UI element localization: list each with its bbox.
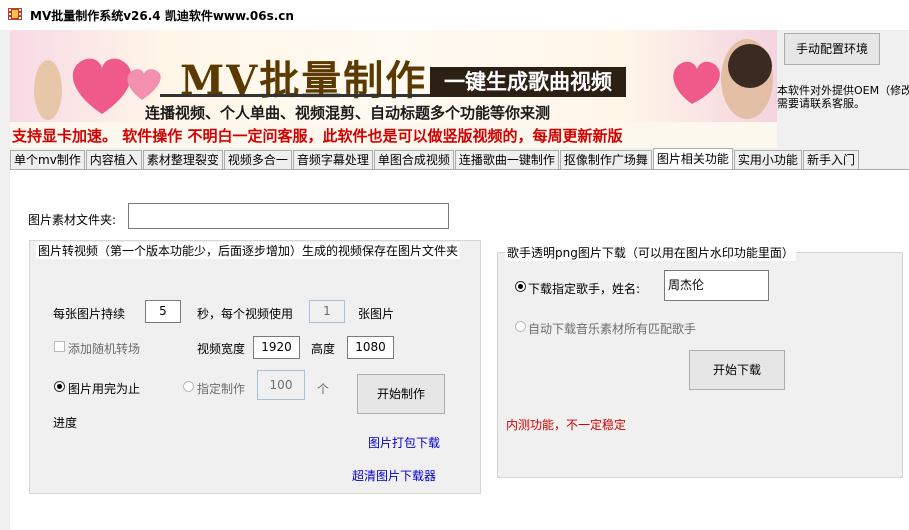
banner: MV批量制作 一键生成歌曲视频 连播视频、个人单曲、视频混剪、自动标题多个功能等…	[10, 30, 777, 148]
beta-note: 内测功能，不一定稳定	[506, 418, 627, 432]
img2video-title: 图片转视频（第一个版本功能少，后面逐步增加）生成的视频保存在图片文件夹	[36, 242, 461, 259]
singer-name-input[interactable]: 周杰伦	[664, 270, 769, 301]
random-transition-checkbox	[54, 341, 65, 352]
specified-count-radio	[183, 381, 194, 392]
banner-ribbon: 一键生成歌曲视频	[430, 67, 626, 97]
start-make-button[interactable]: 开始制作	[357, 374, 445, 414]
window-title: MV批量制作系统v26.4 凯迪软件www.06s.cn	[30, 9, 294, 23]
per-image-label: 每张图片持续	[53, 307, 126, 321]
images-unit-label: 张图片	[358, 307, 395, 321]
video-height-input[interactable]: 1080	[347, 336, 394, 359]
tab-utilities[interactable]: 实用小功能	[733, 150, 802, 169]
per-image-seconds-input[interactable]: 5	[145, 300, 181, 323]
tab-image-functions[interactable]: 图片相关功能	[652, 148, 733, 170]
singer-png-title: 歌手透明png图片下载（可以用在图片水印功能里面）	[505, 244, 796, 261]
progress-label: 进度	[53, 416, 78, 430]
oem-note: 本软件对外提供OEM（修改 需要请联系客服。	[777, 84, 909, 110]
until-used-label: 图片用完为止	[68, 382, 141, 396]
img2video-group	[29, 240, 481, 494]
hd-downloader-link[interactable]: 超清图片下载器	[352, 467, 436, 484]
download-singer-label: 下载指定歌手，姓名:	[528, 282, 641, 296]
manual-config-button[interactable]: 手动配置环境	[784, 33, 880, 65]
oem-line-1: 本软件对外提供OEM（修改	[777, 84, 909, 97]
height-label: 高度	[311, 342, 336, 356]
tab-single-image-video[interactable]: 单图合成视频	[373, 150, 454, 169]
pack-download-link[interactable]: 图片打包下载	[368, 434, 440, 451]
sec-per-video-label: 秒，每个视频使用	[197, 307, 294, 321]
image-folder-label: 图片素材文件夹:	[28, 213, 117, 227]
title-bar: MV批量制作系统v26.4 凯迪软件www.06s.cn	[0, 0, 909, 30]
banner-underline	[160, 94, 440, 97]
hearts-right-icon	[673, 39, 773, 119]
tab-strip: 单个mv制作 内容植入 素材整理裂变 视频多合一 音频字幕处理 单图合成视频 连…	[10, 148, 860, 170]
auto-download-label: 自动下载音乐素材所有匹配歌手	[528, 322, 697, 336]
tab-single-mv[interactable]: 单个mv制作	[10, 150, 85, 169]
auto-download-radio	[515, 321, 526, 332]
image-folder-input[interactable]	[128, 203, 449, 229]
video-width-input[interactable]: 1920	[253, 336, 300, 359]
banner-title: MV批量制作	[180, 57, 428, 104]
tab-playlist-oneclick[interactable]: 连播歌曲一键制作	[454, 150, 559, 169]
images-per-video-input: 1	[309, 300, 345, 323]
tab-content-embed[interactable]: 内容植入	[85, 150, 142, 169]
random-transition-label: 添加随机转场	[68, 342, 141, 356]
specified-count-input: 100	[257, 370, 305, 400]
tab-material-split[interactable]: 素材整理裂变	[142, 150, 223, 169]
until-used-radio[interactable]	[54, 381, 65, 392]
start-download-button[interactable]: 开始下载	[689, 350, 785, 390]
specified-count-label: 指定制作	[197, 382, 246, 396]
tab-beginner[interactable]: 新手入门	[802, 150, 859, 169]
banner-notice: 支持显卡加速。 软件操作 不明白一定问客服，此软件也是可以做竖版视频的，每周更新…	[12, 127, 623, 145]
count-unit-label: 个	[317, 382, 330, 396]
download-singer-radio[interactable]	[515, 281, 526, 292]
oem-line-2: 需要请联系客服。	[777, 97, 865, 110]
banner-subtitle: 连播视频、个人单曲、视频混剪、自动标题多个功能等你来测	[145, 104, 551, 122]
width-label: 视频宽度	[197, 342, 246, 356]
tab-keying-dance[interactable]: 抠像制作广场舞	[559, 150, 652, 169]
tab-audio-subtitle[interactable]: 音频字幕处理	[292, 150, 373, 169]
film-app-icon	[8, 8, 22, 20]
tab-video-merge[interactable]: 视频多合一	[223, 150, 292, 169]
